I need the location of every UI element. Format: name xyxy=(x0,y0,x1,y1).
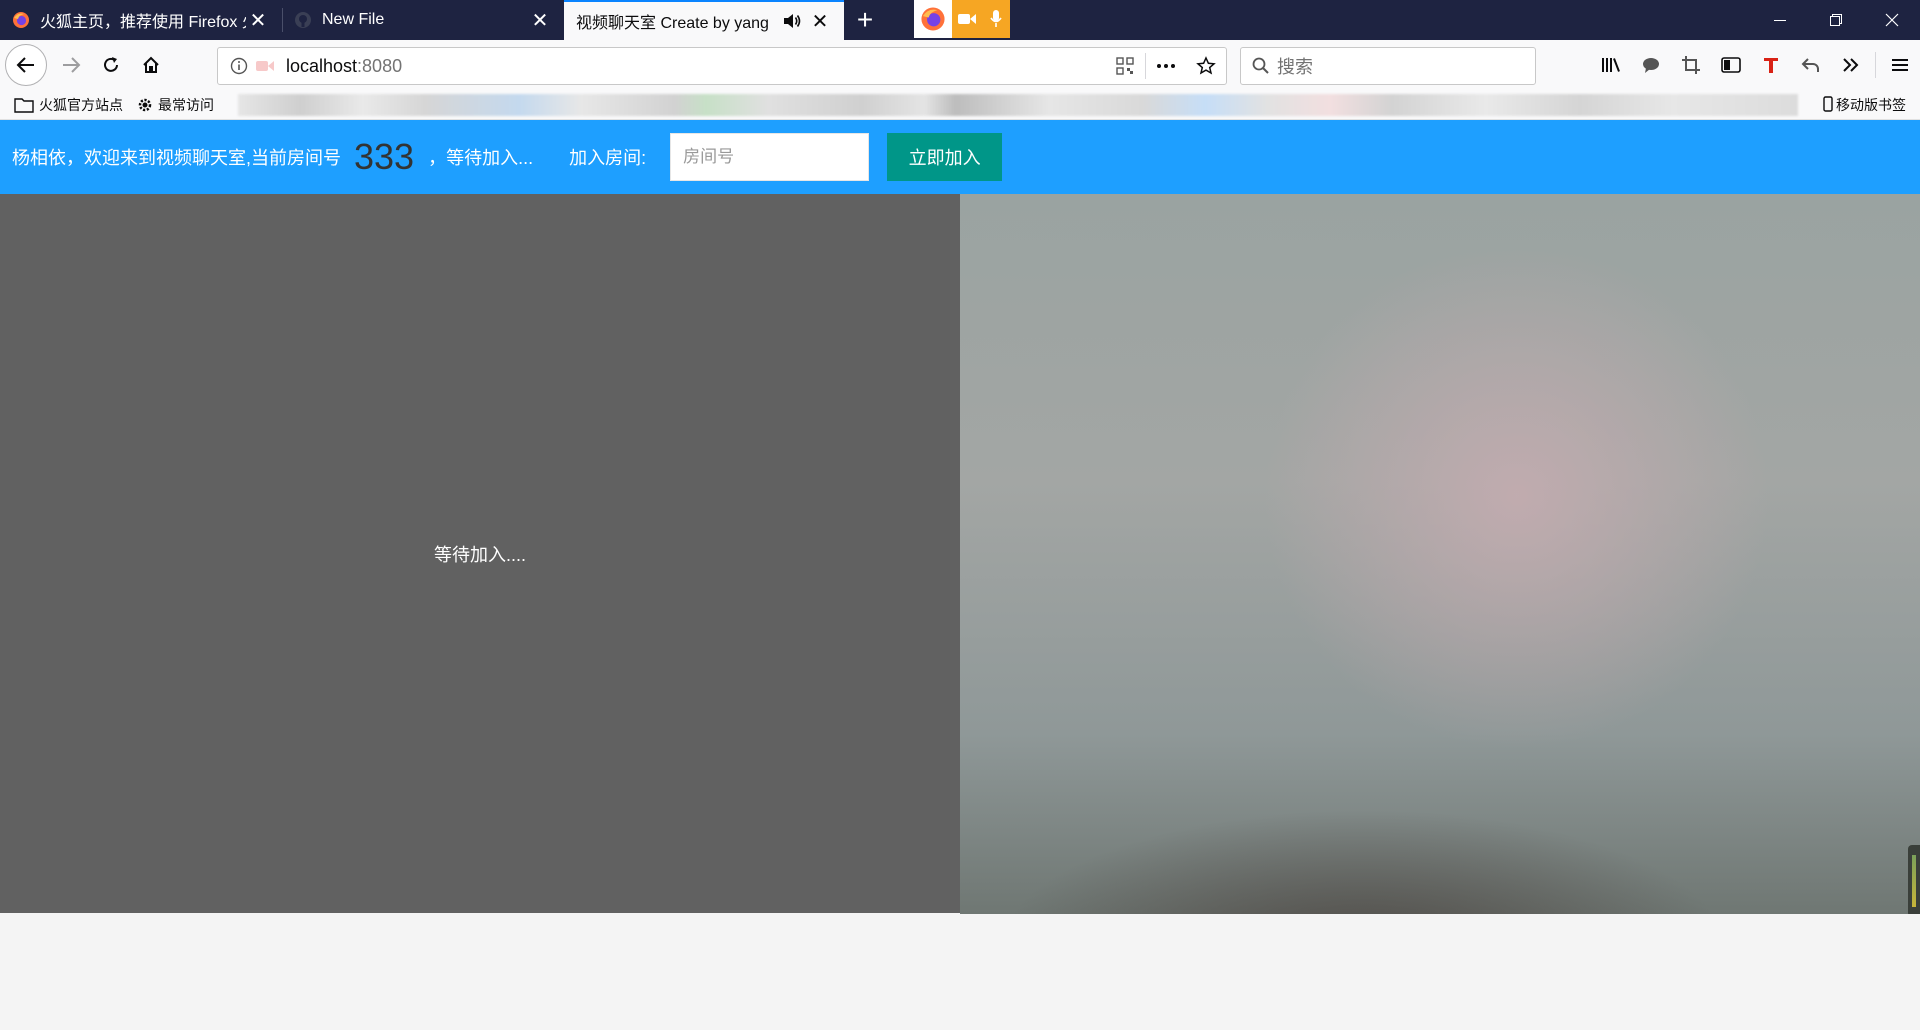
info-icon[interactable] xyxy=(228,56,250,76)
search-placeholder: 搜索 xyxy=(1277,57,1313,77)
room-number-input[interactable] xyxy=(670,133,870,181)
back-icon[interactable] xyxy=(5,44,47,86)
forward-icon[interactable] xyxy=(51,45,91,85)
browser-titlebar: 火狐主页，推荐使用 Firefox 火 ✕ New File ✕ 视频聊天室 C… xyxy=(0,0,1920,40)
home-icon[interactable] xyxy=(131,45,171,85)
firefox-icon xyxy=(914,0,952,38)
url-host: localhost xyxy=(286,55,358,76)
sidebar-icon[interactable] xyxy=(1711,45,1751,85)
crop-screenshot-icon[interactable] xyxy=(1671,45,1711,85)
tab-title: 视频聊天室 Create by yang xyxy=(576,15,769,32)
tab-firefox-home[interactable]: 火狐主页，推荐使用 Firefox 火 ✕ xyxy=(0,0,282,40)
bookmarks-toolbar: 火狐官方站点 最常访问 移动版书签 xyxy=(0,90,1920,120)
text-extension-icon[interactable] xyxy=(1751,45,1791,85)
library-icon[interactable] xyxy=(1591,45,1631,85)
toolbar-right xyxy=(1591,45,1920,85)
mobile-phone-icon xyxy=(1823,95,1833,115)
gear-icon xyxy=(137,97,153,113)
tab-video-chat[interactable]: 视频聊天室 Create by yang ✕ xyxy=(564,0,844,40)
tab-title: 火狐主页，推荐使用 Firefox 火 xyxy=(40,14,246,31)
close-window-icon[interactable] xyxy=(1864,0,1920,40)
more-actions-icon[interactable] xyxy=(1146,48,1186,84)
search-icon xyxy=(1252,57,1269,74)
url-port: :8080 xyxy=(357,55,403,76)
restore-icon[interactable] xyxy=(1808,0,1864,40)
minimize-icon[interactable] xyxy=(1752,0,1808,40)
side-scroll-handle[interactable] xyxy=(1908,845,1920,917)
join-room-label: 加入房间: xyxy=(569,148,647,168)
close-icon[interactable]: ✕ xyxy=(528,8,552,33)
qr-code-icon[interactable] xyxy=(1105,48,1145,84)
folder-icon xyxy=(14,97,34,113)
close-icon[interactable]: ✕ xyxy=(246,8,270,33)
speaker-icon[interactable] xyxy=(782,12,802,30)
camera-permission-icon[interactable] xyxy=(254,59,276,73)
navigation-toolbar: localhost :8080 搜索 xyxy=(0,40,1920,90)
bookmark-mobile[interactable]: 移动版书签 xyxy=(1823,90,1906,120)
divider xyxy=(1875,52,1876,78)
hamburger-menu-icon[interactable] xyxy=(1880,45,1920,85)
close-icon[interactable]: ✕ xyxy=(808,9,832,34)
microphone-icon[interactable] xyxy=(981,0,1010,38)
window-controls xyxy=(1752,0,1920,40)
bookmark-firefox-sites[interactable]: 火狐官方站点 xyxy=(14,95,123,115)
bookmark-label: 火狐官方站点 xyxy=(39,96,123,113)
waiting-status: ，等待加入... xyxy=(428,148,534,168)
room-number: 333 xyxy=(354,136,415,177)
url-bar[interactable]: localhost :8080 xyxy=(217,47,1227,85)
bookmark-most-visited[interactable]: 最常访问 xyxy=(137,95,214,115)
welcome-text: 杨相依，欢迎来到视频聊天室,当前房间号 xyxy=(12,148,341,168)
firefox-icon xyxy=(13,12,29,28)
new-tab-button[interactable]: + xyxy=(844,0,886,40)
tab-title: New File xyxy=(322,11,385,28)
join-now-button[interactable]: 立即加入 xyxy=(887,133,1003,181)
camera-icon[interactable] xyxy=(952,0,981,38)
blurred-bookmarks xyxy=(238,94,1798,116)
remote-video-waiting-text: 等待加入.... xyxy=(433,544,526,565)
bookmark-label: 移动版书签 xyxy=(1836,97,1906,113)
bookmark-star-icon[interactable] xyxy=(1186,48,1226,84)
github-icon xyxy=(295,12,311,28)
overflow-chevron-icon[interactable] xyxy=(1831,45,1871,85)
undo-icon[interactable] xyxy=(1791,45,1831,85)
page-background xyxy=(0,914,1920,1030)
search-bar[interactable]: 搜索 xyxy=(1240,47,1536,85)
app-header: 杨相依，欢迎来到视频聊天室,当前房间号 333 ，等待加入... 加入房间: 立… xyxy=(0,120,1920,194)
tab-new-file[interactable]: New File ✕ xyxy=(282,0,564,40)
remote-video: 等待加入.... xyxy=(0,194,960,913)
reload-icon[interactable] xyxy=(91,45,131,85)
bookmark-label: 最常访问 xyxy=(158,96,214,113)
sharing-indicator[interactable] xyxy=(914,0,1010,38)
url-actions xyxy=(1105,48,1226,84)
local-video xyxy=(960,194,1920,917)
chat-icon[interactable] xyxy=(1631,45,1671,85)
